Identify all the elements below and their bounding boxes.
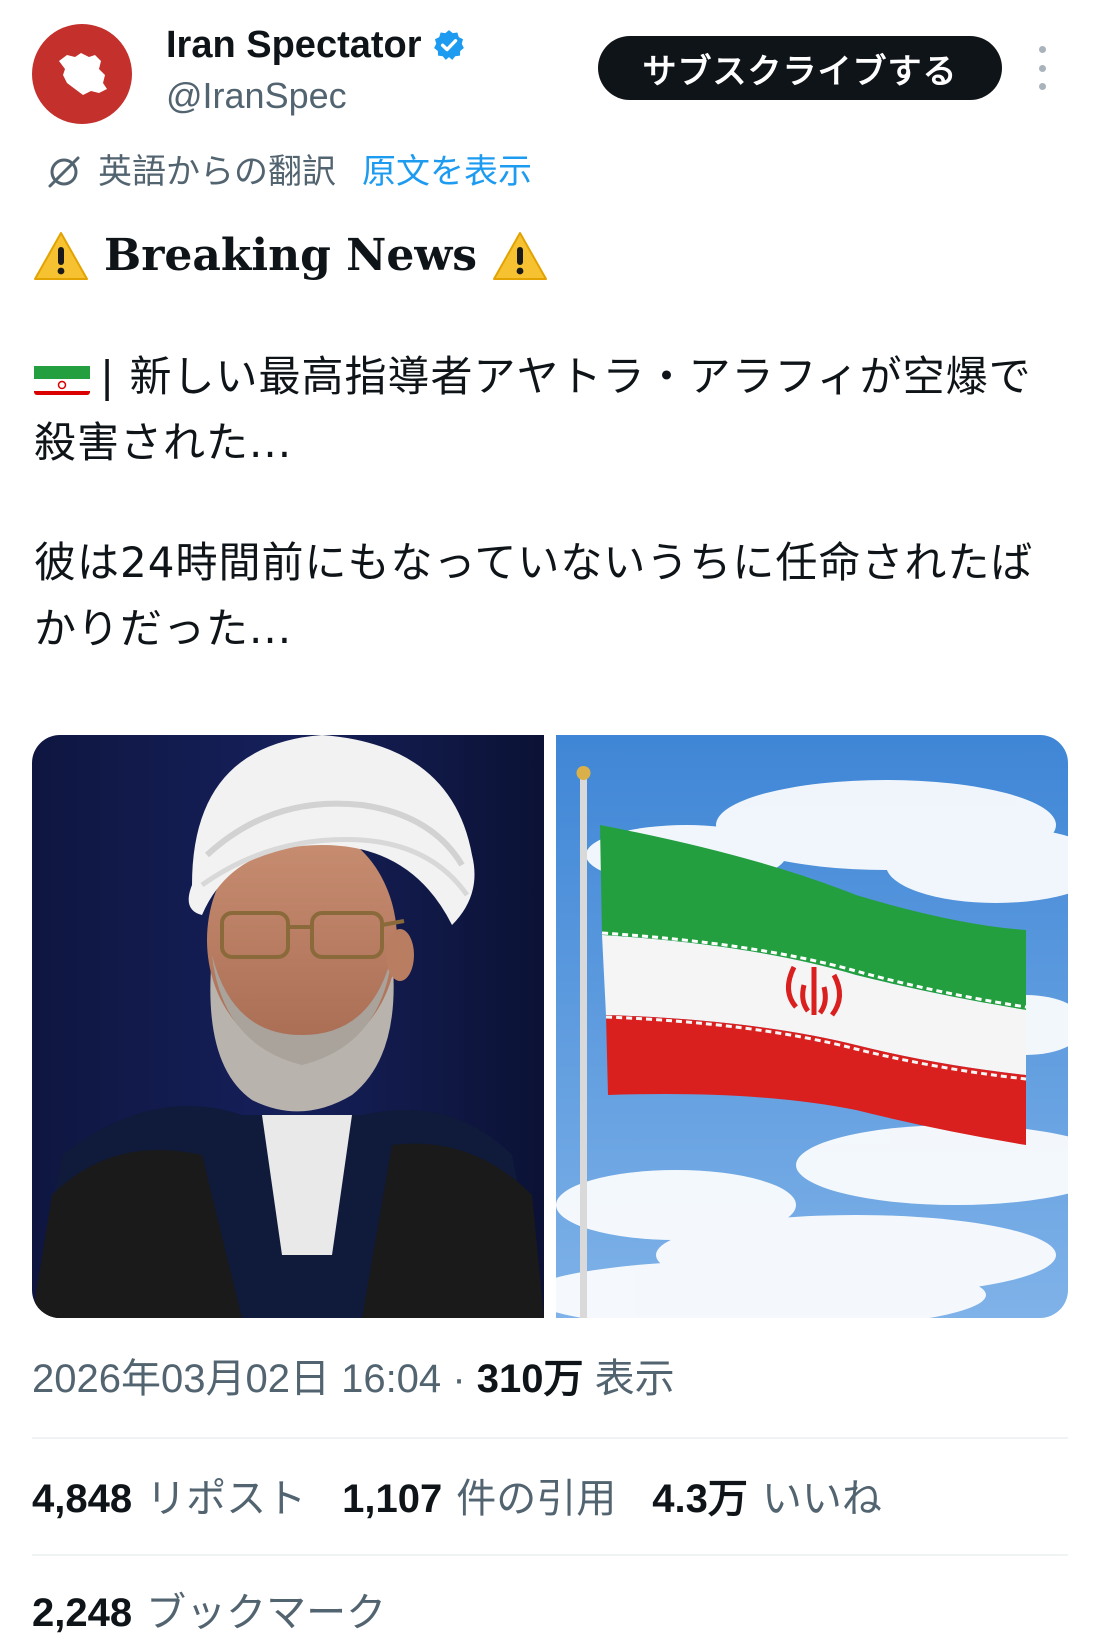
translated-from-label: 英語からの翻訳 [98, 152, 336, 192]
divider [32, 1437, 1068, 1439]
likes-count: 4.3万 [652, 1477, 748, 1521]
subscribe-button[interactable]: サブスクライブする [598, 36, 1002, 100]
iran-map-icon [59, 53, 107, 95]
bookmarks-label: ブックマーク [146, 1590, 387, 1636]
views-label: 表示 [594, 1357, 675, 1401]
author-avatar[interactable] [32, 24, 132, 124]
views-count: 310万 [476, 1357, 584, 1401]
translation-row: 英語からの翻訳 原文を表示 [44, 150, 532, 194]
reposts-stat[interactable]: 4,848 リポスト [32, 1472, 306, 1526]
iran-flag-icon [34, 357, 90, 395]
quotes-label: 件の引用 [456, 1476, 617, 1522]
warning-icon [493, 232, 548, 280]
tweet-paragraph-2: 彼は24時間前にもなっていないうちに任命されたばかりだった... [34, 538, 1034, 653]
tweet-paragraph-1: | 新しい最高指導者アヤトラ・アラフィが空爆で殺害された... [34, 344, 1054, 476]
headline: Breaking News [32, 228, 549, 284]
translate-icon [48, 156, 80, 188]
likes-stat[interactable]: 4.3万 いいね [652, 1472, 882, 1526]
meta-separator: · [452, 1357, 466, 1401]
tweet-detail: Iran Spectator @IranSpec サブスクライブする 英語からの… [0, 0, 1096, 1646]
warning-icon [34, 232, 88, 280]
bookmarks-count: 2,248 [32, 1591, 133, 1635]
photo-iran-flag[interactable] [556, 735, 1068, 1318]
author-handle[interactable]: @IranSpec [166, 74, 347, 118]
author-name[interactable]: Iran Spectator [166, 22, 466, 68]
photo-cleric[interactable] [32, 735, 544, 1318]
quotes-count: 1,107 [342, 1477, 443, 1521]
tweet-meta: 2026年03月02日 16:04 · 310万 表示 [32, 1352, 675, 1406]
engagement-stats: 4,848 リポスト 1,107 件の引用 4.3万 いいね [32, 1472, 882, 1526]
divider [32, 1554, 1068, 1556]
author-display-name[interactable]: Iran Spectator [166, 22, 422, 68]
tweet-timestamp[interactable]: 2026年03月02日 16:04 [32, 1357, 441, 1401]
quotes-stat[interactable]: 1,107 件の引用 [342, 1472, 616, 1526]
likes-label: いいね [761, 1476, 882, 1522]
verified-badge-icon [433, 30, 464, 60]
headline-text: Breaking News [104, 230, 478, 281]
reposts-label: リポスト [146, 1476, 307, 1522]
show-original-link[interactable]: 原文を表示 [362, 150, 532, 194]
tweet-paragraph-1-text: | 新しい最高指導者アヤトラ・アラフィが空爆で殺害された... [34, 352, 1032, 467]
more-vertical-icon[interactable] [1030, 46, 1054, 90]
bookmarks-stat[interactable]: 2,248 ブックマーク [32, 1586, 386, 1640]
reposts-count: 4,848 [32, 1477, 133, 1521]
